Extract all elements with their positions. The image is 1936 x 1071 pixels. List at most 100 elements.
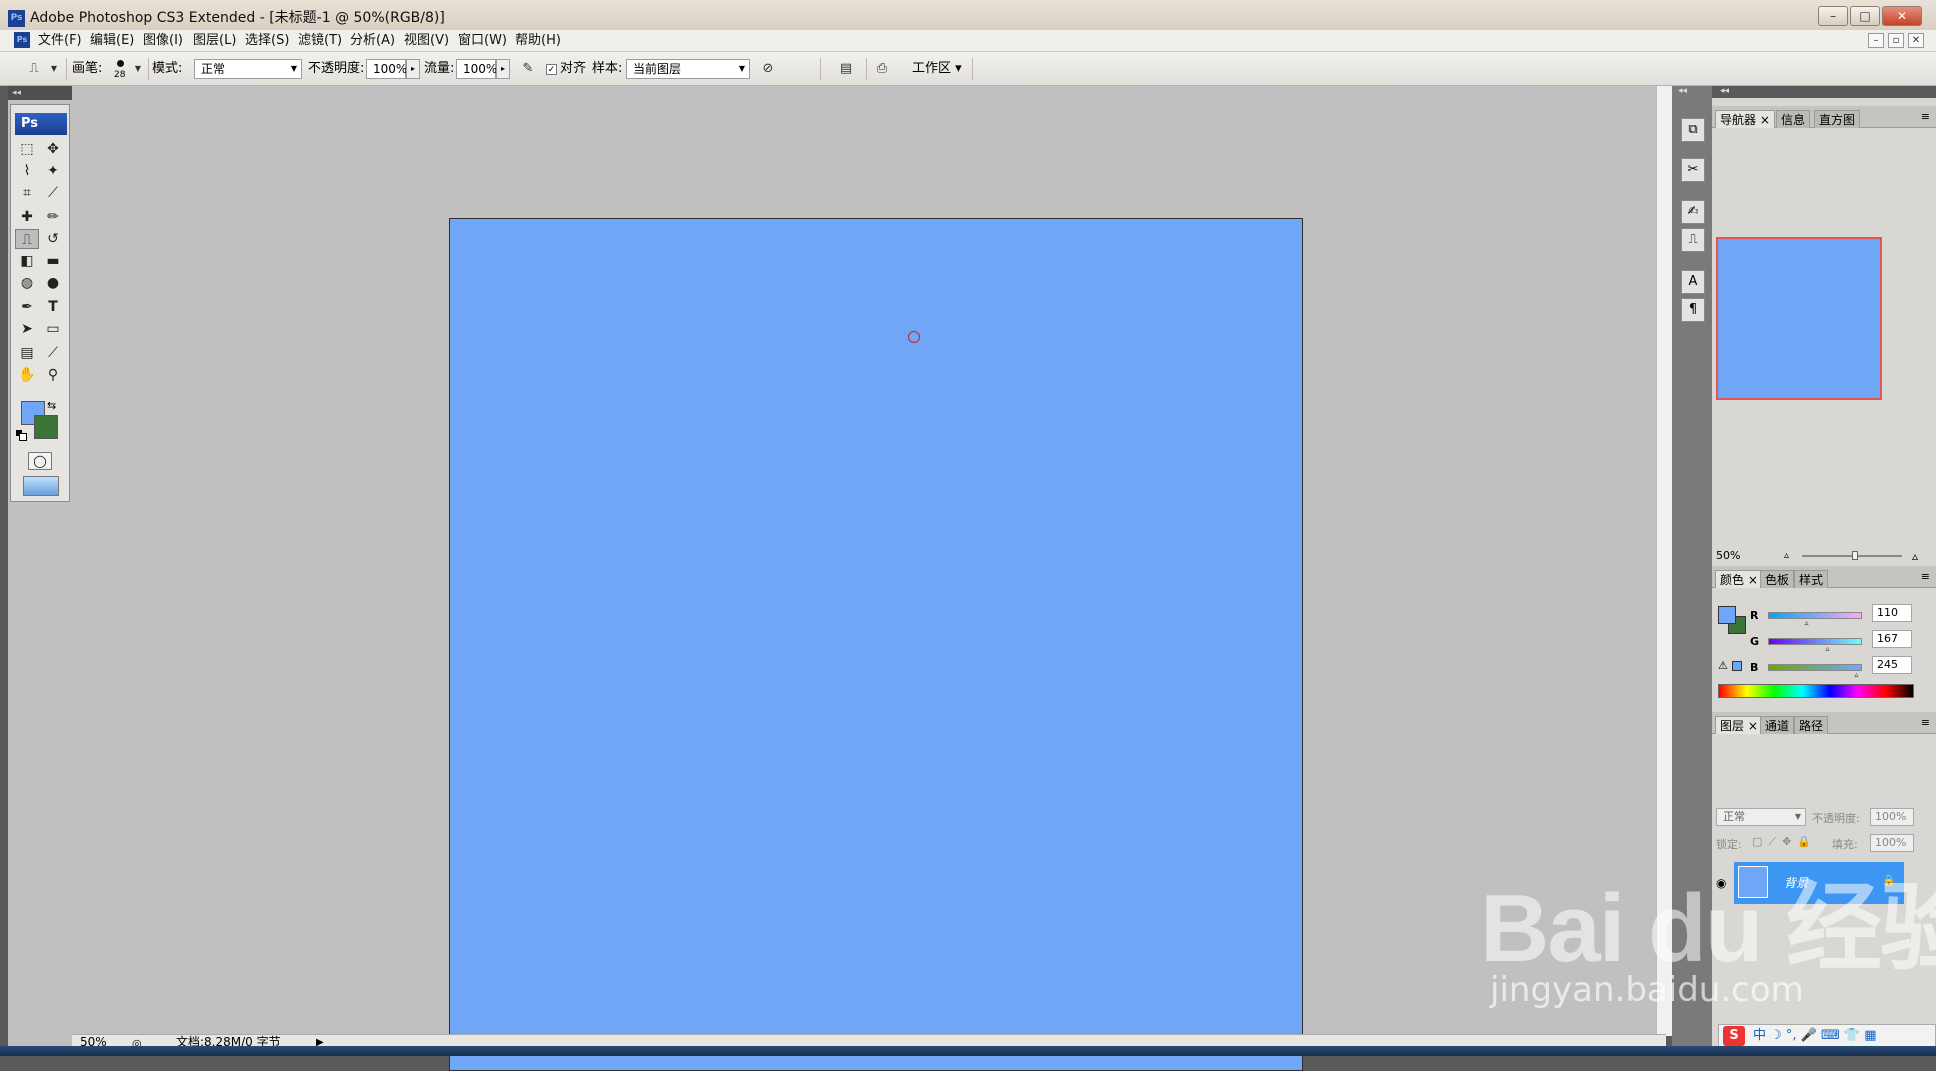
menu-layer[interactable]: 图层(L)	[193, 33, 236, 49]
toolbox-ps-logo[interactable]: Ps	[15, 113, 67, 135]
channel-b-knob[interactable]: ▵	[1854, 671, 1862, 679]
opacity-field[interactable]: 100%	[366, 59, 407, 79]
clone-stamp-tool-preset-icon[interactable]: ⎍	[24, 60, 44, 78]
flow-field[interactable]: 100%	[456, 59, 497, 79]
channel-g-knob[interactable]: ▵	[1826, 645, 1834, 653]
layer-opacity-field[interactable]: 100%	[1870, 808, 1914, 826]
dodge-tool-icon[interactable]: ●	[41, 273, 65, 293]
menu-edit[interactable]: 编辑(E)	[90, 33, 134, 49]
history-brush-tool-icon[interactable]: ↺	[41, 229, 65, 249]
type-tool-icon[interactable]: T	[41, 297, 65, 317]
tool-presets-icon[interactable]: ✂	[1681, 158, 1705, 182]
panel-menu-icon[interactable]: ≡	[1921, 110, 1930, 123]
sample-select[interactable]: 当前图层 ▼	[626, 59, 750, 79]
paragraph-panel-icon[interactable]: ¶	[1681, 298, 1705, 322]
history-panel-icon[interactable]: ⧉	[1681, 118, 1705, 142]
bridge-icon[interactable]: ⎙	[872, 60, 892, 78]
path-selection-tool-icon[interactable]: ➤	[15, 319, 39, 339]
close-window-button[interactable]: ✕	[1882, 6, 1922, 26]
screen-mode-icon[interactable]	[23, 476, 59, 496]
tab-navigator[interactable]: 导航器 ×	[1715, 110, 1775, 128]
minimize-window-button[interactable]: –	[1818, 6, 1848, 26]
blur-tool-icon[interactable]: ◍	[15, 273, 39, 293]
tab-histogram[interactable]: 直方图	[1814, 110, 1861, 128]
zoom-tool-icon[interactable]: ⚲	[41, 365, 65, 385]
magic-wand-tool-icon[interactable]: ✦	[41, 161, 65, 181]
marquee-tool-icon[interactable]: ⬚	[15, 139, 39, 159]
gamut-color-swatch[interactable]	[1732, 661, 1742, 671]
channel-g-field[interactable]: 167	[1872, 630, 1912, 648]
flow-slider-toggle[interactable]: ▸	[496, 59, 510, 79]
ime-mode-icons[interactable]: 中 ☽ °, 🎤 ⌨ 👕 ▦	[1753, 1025, 1877, 1047]
menu-image[interactable]: 图像(I)	[143, 33, 183, 49]
airbrush-icon[interactable]: ✎	[518, 60, 538, 78]
chevron-down-icon[interactable]: ▼	[44, 60, 64, 78]
document-icon[interactable]: Ps	[14, 32, 30, 48]
layer-blend-mode-select[interactable]: 正常 ▼	[1716, 808, 1806, 826]
menu-window[interactable]: 窗口(W)	[458, 33, 507, 49]
lasso-tool-icon[interactable]: ⌇	[15, 161, 39, 181]
quick-mask-icon[interactable]: ◯	[28, 452, 52, 470]
lock-options-icons[interactable]: ▢⟋✥🔒	[1752, 835, 1817, 849]
ignore-adjustment-layers-icon[interactable]: ⊘	[758, 60, 778, 78]
ime-toolbar[interactable]: S 中 ☽ °, 🎤 ⌨ 👕 ▦	[1718, 1024, 1936, 1048]
brush-tool-icon[interactable]: ✏	[41, 207, 65, 227]
menu-view[interactable]: 视图(V)	[404, 33, 449, 49]
notes-tool-icon[interactable]: ▤	[15, 343, 39, 363]
document-canvas[interactable]	[449, 218, 1303, 1071]
channel-b-slider[interactable]	[1768, 664, 1862, 671]
navigator-zoom-value[interactable]: 50%	[1716, 548, 1740, 564]
aligned-checkbox[interactable]: ✓	[546, 64, 557, 75]
brushes-panel-icon[interactable]: ✍	[1681, 200, 1705, 224]
tab-info[interactable]: 信息	[1776, 110, 1811, 128]
chevron-down-icon[interactable]: ▼	[128, 60, 148, 78]
shape-tool-icon[interactable]: ▭	[41, 319, 65, 339]
zoom-out-icon[interactable]: ▵	[1784, 548, 1789, 564]
default-colors-icon[interactable]	[16, 430, 27, 441]
clone-source-icon[interactable]: ⎍	[1681, 228, 1705, 252]
panel-menu-icon[interactable]: ≡	[1921, 570, 1930, 583]
panel-menu-icon[interactable]: ≡	[1921, 716, 1930, 729]
channel-b-field[interactable]: 245	[1872, 656, 1912, 674]
opacity-slider-toggle[interactable]: ▸	[406, 59, 420, 79]
channel-r-field[interactable]: 110	[1872, 604, 1912, 622]
out-of-gamut-warning-icon[interactable]: ⚠	[1718, 659, 1728, 672]
channel-r-knob[interactable]: ▵	[1805, 619, 1813, 627]
healing-brush-tool-icon[interactable]: ✚	[15, 207, 39, 227]
sogou-logo-icon[interactable]: S	[1723, 1026, 1745, 1046]
slice-tool-icon[interactable]: ⟋	[41, 183, 65, 203]
background-color-swatch[interactable]	[34, 415, 58, 439]
eyedropper-tool-icon[interactable]: ⟋	[41, 343, 65, 363]
tab-channels[interactable]: 通道	[1760, 716, 1795, 734]
menu-help[interactable]: 帮助(H)	[515, 33, 561, 49]
navigator-zoom-knob[interactable]	[1852, 551, 1858, 560]
menu-file[interactable]: 文件(F)	[38, 33, 82, 49]
gradient-tool-icon[interactable]: ▬	[41, 251, 65, 271]
palette-well-icon[interactable]: ▤	[836, 60, 856, 78]
crop-tool-icon[interactable]: ⌗	[15, 183, 39, 203]
doc-restore-button[interactable]: ▫	[1888, 33, 1904, 48]
tab-color[interactable]: 颜色 ×	[1715, 570, 1763, 588]
channel-g-slider[interactable]	[1768, 638, 1862, 645]
tab-swatches[interactable]: 色板	[1760, 570, 1795, 588]
hand-tool-icon[interactable]: ✋	[15, 365, 39, 385]
tab-paths[interactable]: 路径	[1794, 716, 1829, 734]
color-spectrum-bar[interactable]	[1718, 684, 1914, 698]
character-panel-icon[interactable]: A	[1681, 270, 1705, 294]
tab-styles[interactable]: 样式	[1794, 570, 1829, 588]
mode-select[interactable]: 正常 ▼	[194, 59, 302, 79]
navigator-preview[interactable]	[1716, 237, 1882, 400]
menu-filter[interactable]: 滤镜(T)	[298, 33, 342, 49]
eraser-tool-icon[interactable]: ◧	[15, 251, 39, 271]
menu-analysis[interactable]: 分析(A)	[350, 33, 395, 49]
doc-close-button[interactable]: ✕	[1908, 33, 1924, 48]
doc-minimize-button[interactable]: –	[1868, 33, 1884, 48]
tab-layers[interactable]: 图层 ×	[1715, 716, 1763, 734]
toolbox-collapse-strip[interactable]: ◂◂	[8, 86, 72, 100]
document-workspace[interactable]	[8, 86, 1666, 1071]
clone-stamp-tool-icon[interactable]: ⎍	[15, 229, 39, 249]
move-tool-icon[interactable]: ✥	[41, 139, 65, 159]
channel-r-slider[interactable]	[1768, 612, 1862, 619]
menu-select[interactable]: 选择(S)	[245, 33, 289, 49]
swap-colors-icon[interactable]: ⇆	[47, 399, 56, 412]
